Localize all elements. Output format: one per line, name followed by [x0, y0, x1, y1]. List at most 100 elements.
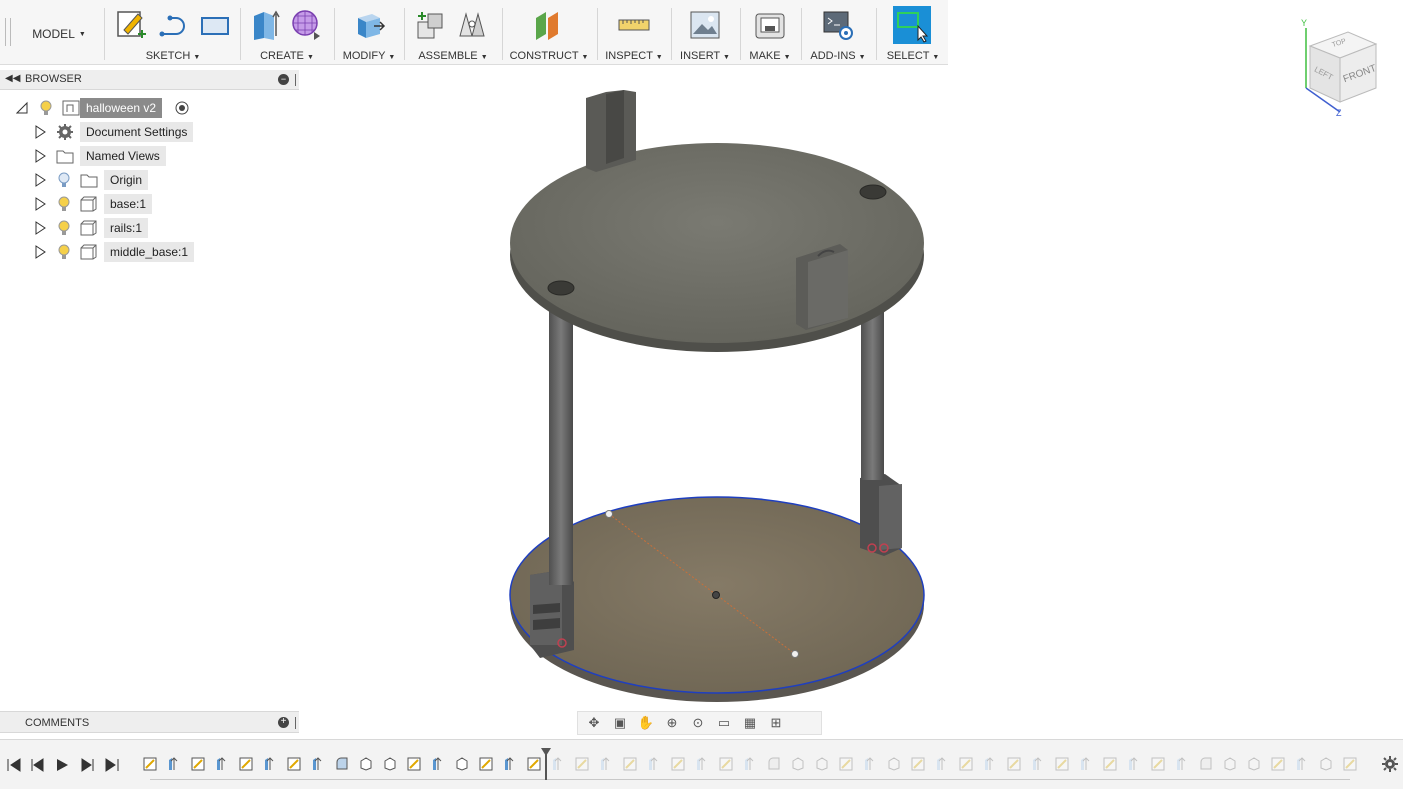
timeline-sketch-icon[interactable] [1102, 756, 1118, 772]
timeline-body-icon[interactable] [358, 756, 374, 772]
rail-holder-right-face[interactable] [879, 484, 902, 550]
new-component-icon[interactable] [414, 8, 448, 42]
timeline-sketch-icon[interactable] [622, 756, 638, 772]
toolbar-grip[interactable] [5, 18, 11, 46]
timeline-extrude-icon[interactable] [166, 756, 182, 772]
arc-line-icon[interactable] [156, 8, 190, 42]
workspace-mode-dropdown[interactable]: MODEL ▼ [26, 22, 92, 46]
visibility-bulb-icon[interactable] [58, 220, 70, 236]
collapsed-triangle-icon[interactable] [34, 173, 46, 187]
browser-item-base[interactable]: base:1 [0, 194, 299, 214]
play-icon[interactable] [53, 756, 71, 774]
grid-settings-icon[interactable]: ▦ [740, 714, 760, 732]
timeline-extrude-icon[interactable] [214, 756, 230, 772]
expanded-triangle-icon[interactable] [16, 101, 28, 115]
3d-viewport[interactable] [300, 65, 1403, 738]
visibility-bulb-icon[interactable] [40, 100, 52, 116]
timeline-fillet-icon[interactable] [334, 756, 350, 772]
timeline-fillet-icon[interactable] [766, 756, 782, 772]
top-disc-hole[interactable] [547, 280, 575, 296]
timeline-extrude-icon[interactable] [1078, 756, 1094, 772]
collapsed-triangle-icon[interactable] [34, 221, 46, 235]
browser-root-row[interactable]: halloween v2 [0, 98, 299, 118]
sketch-center-point[interactable] [712, 591, 720, 599]
timeline-body-icon[interactable] [814, 756, 830, 772]
timeline-sketch-icon[interactable] [1006, 756, 1022, 772]
timeline-sketch-icon[interactable] [238, 756, 254, 772]
timeline-extrude-icon[interactable] [1030, 756, 1046, 772]
modify-menu[interactable]: MODIFY ▼ [338, 50, 400, 62]
timeline-sketch-icon[interactable] [718, 756, 734, 772]
collapse-panel-icon[interactable]: ◀◀ [5, 73, 20, 84]
timeline-sketch-icon[interactable] [670, 756, 686, 772]
browser-item-rails[interactable]: rails:1 [0, 218, 299, 238]
browser-item-named-views[interactable]: Named Views [0, 146, 299, 166]
timeline-sketch-icon[interactable] [910, 756, 926, 772]
timeline-sketch-icon[interactable] [526, 756, 542, 772]
viewports-icon[interactable]: ⊞ [766, 714, 786, 732]
visibility-bulb-off-icon[interactable] [58, 172, 70, 188]
rod-left[interactable] [549, 300, 573, 585]
press-pull-icon[interactable] [352, 8, 386, 42]
assemble-menu[interactable]: ASSEMBLE ▼ [408, 50, 498, 62]
timeline-sketch-icon[interactable] [286, 756, 302, 772]
timeline-sketch-icon[interactable] [406, 756, 422, 772]
timeline-body-icon[interactable] [382, 756, 398, 772]
timeline-fillet-icon[interactable] [1198, 756, 1214, 772]
panel-divider[interactable] [295, 717, 296, 729]
timeline-body-icon[interactable] [886, 756, 902, 772]
sketch-point[interactable] [605, 510, 613, 518]
timeline-sketch-icon[interactable] [838, 756, 854, 772]
inspect-menu[interactable]: INSPECT ▼ [601, 50, 667, 62]
timeline-extrude-icon[interactable] [934, 756, 950, 772]
timeline-extrude-icon[interactable] [1126, 756, 1142, 772]
timeline-sketch-icon[interactable] [574, 756, 590, 772]
scripts-addins-icon[interactable] [821, 8, 855, 42]
joint-icon[interactable] [456, 8, 490, 42]
orbit-icon[interactable]: ✥ [584, 714, 604, 732]
look-at-icon[interactable]: ▣ [610, 714, 630, 732]
top-disc-face[interactable] [510, 143, 924, 343]
timeline-sketch-icon[interactable] [1150, 756, 1166, 772]
timeline-body-icon[interactable] [790, 756, 806, 772]
select-menu[interactable]: SELECT ▼ [880, 50, 946, 62]
timeline-extrude-icon[interactable] [742, 756, 758, 772]
timeline-body-icon[interactable] [1222, 756, 1238, 772]
visibility-bulb-icon[interactable] [58, 244, 70, 260]
timeline-sketch-icon[interactable] [1342, 756, 1358, 772]
browser-item-middle-base[interactable]: middle_base:1 [0, 242, 299, 262]
timeline-extrude-icon[interactable] [550, 756, 566, 772]
timeline-sketch-icon[interactable] [1270, 756, 1286, 772]
insert-image-icon[interactable] [688, 8, 722, 42]
timeline-extrude-icon[interactable] [430, 756, 446, 772]
timeline-body-icon[interactable] [1318, 756, 1334, 772]
go-to-end-icon[interactable] [103, 756, 121, 774]
browser-item-document-settings[interactable]: Document Settings [0, 122, 299, 142]
offset-plane-icon[interactable] [532, 8, 566, 42]
make-menu[interactable]: MAKE ▼ [744, 50, 796, 62]
insert-menu[interactable]: INSERT ▼ [675, 50, 735, 62]
sketch-menu[interactable]: SKETCH ▼ [108, 50, 238, 62]
addins-menu[interactable]: ADD-INS ▼ [805, 50, 871, 62]
visibility-bulb-icon[interactable] [58, 196, 70, 212]
zoom-icon[interactable]: ⊕ [662, 714, 682, 732]
timeline-sketch-icon[interactable] [190, 756, 206, 772]
timeline-extrude-icon[interactable] [1174, 756, 1190, 772]
rectangle-icon[interactable] [198, 8, 232, 42]
timeline-sketch-icon[interactable] [478, 756, 494, 772]
timeline-marker[interactable] [545, 750, 547, 780]
top-post-front-face[interactable] [808, 250, 848, 328]
top-disc-hole[interactable] [859, 184, 887, 200]
step-back-icon[interactable] [29, 756, 47, 774]
timeline-sketch-icon[interactable] [142, 756, 158, 772]
display-settings-icon[interactable]: ▭ [714, 714, 734, 732]
go-to-start-icon[interactable] [5, 756, 23, 774]
timeline-extrude-icon[interactable] [310, 756, 326, 772]
extrude-icon[interactable] [248, 8, 282, 42]
timeline-extrude-icon[interactable] [1294, 756, 1310, 772]
browser-item-origin[interactable]: Origin [0, 170, 299, 190]
collapse-browser-button[interactable]: − [278, 74, 289, 85]
fit-zoom-icon[interactable]: ⊙ [688, 714, 708, 732]
timeline-extrude-icon[interactable] [862, 756, 878, 772]
collapsed-triangle-icon[interactable] [34, 245, 46, 259]
